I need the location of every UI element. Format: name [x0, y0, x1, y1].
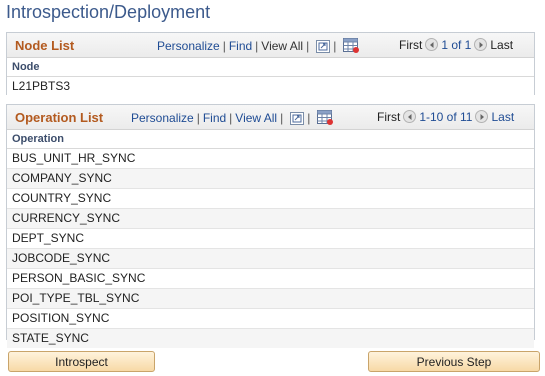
operation-row: POI_TYPE_TBL_SYNC — [7, 289, 534, 309]
node-list-find-link[interactable]: Find — [229, 39, 252, 53]
separator: | — [280, 111, 284, 125]
operation-row: DEPT_SYNC — [7, 229, 534, 249]
separator: | — [255, 39, 259, 53]
next-arrow-icon[interactable] — [475, 110, 489, 123]
download-grid-icon[interactable] — [343, 38, 360, 53]
operation-list-last-link[interactable]: Last — [491, 110, 514, 124]
node-list-pager: First 1 of 1 Last — [399, 38, 513, 52]
separator: | — [306, 39, 310, 53]
operation-list-view-all-link[interactable]: View All — [235, 111, 277, 125]
operation-row: POSITION_SYNC — [7, 309, 534, 329]
operation-list-toolbar: Personalize | Find | View All | | — [131, 110, 334, 125]
operation-column-header: Operation — [7, 130, 534, 149]
introspect-button[interactable]: Introspect — [8, 351, 155, 372]
node-column-header: Node — [7, 58, 534, 77]
zoom-icon[interactable] — [290, 112, 305, 125]
page-title: Introspection/Deployment — [6, 2, 211, 22]
node-list-personalize-link[interactable]: Personalize — [157, 39, 220, 53]
separator: | — [196, 111, 200, 125]
download-grid-icon[interactable] — [317, 110, 334, 125]
operation-row: BUS_UNIT_HR_SYNC — [7, 149, 534, 169]
operation-row: PERSON_BASIC_SYNC — [7, 269, 534, 289]
separator: | — [229, 111, 233, 125]
node-list-first[interactable]: First — [399, 38, 422, 52]
node-list-title: Node List — [15, 38, 75, 53]
operation-list-header: Operation List Personalize | Find | View All… — [7, 105, 534, 130]
node-list-grid: Node List Personalize | Find | View All | | Fi… — [6, 32, 535, 96]
operation-row: COUNTRY_SYNC — [7, 189, 534, 209]
operation-list-find-link[interactable]: Find — [203, 111, 226, 125]
node-list-last[interactable]: Last — [490, 38, 513, 52]
operation-list-title: Operation List — [15, 110, 104, 125]
separator: | — [222, 39, 226, 53]
operation-list-pager: First 1-10 of 11 Last — [377, 110, 514, 124]
node-row: L21PBTS3 — [7, 77, 534, 96]
zoom-icon[interactable] — [316, 40, 331, 53]
prev-arrow-icon[interactable] — [403, 110, 417, 123]
operation-list-first[interactable]: First — [377, 110, 400, 124]
prev-arrow-icon[interactable] — [425, 38, 439, 51]
operation-list-range: 1-10 of 11 — [419, 110, 473, 124]
node-list-view-all[interactable]: View All — [261, 39, 303, 53]
separator: | — [307, 111, 311, 125]
operation-row: JOBCODE_SYNC — [7, 249, 534, 269]
previous-step-button[interactable]: Previous Step — [368, 351, 540, 372]
operation-row: COMPANY_SYNC — [7, 169, 534, 189]
node-list-header: Node List Personalize | Find | View All | | Fi… — [7, 33, 534, 58]
operation-row: CURRENCY_SYNC — [7, 209, 534, 229]
node-list-toolbar: Personalize | Find | View All | | — [157, 38, 360, 53]
separator: | — [333, 39, 337, 53]
next-arrow-icon[interactable] — [474, 38, 488, 51]
operation-list-personalize-link[interactable]: Personalize — [131, 111, 194, 125]
operation-list-grid: Operation List Personalize | Find | View All… — [6, 104, 535, 348]
node-list-range: 1 of 1 — [441, 38, 472, 52]
operation-row: STATE_SYNC — [7, 329, 534, 348]
